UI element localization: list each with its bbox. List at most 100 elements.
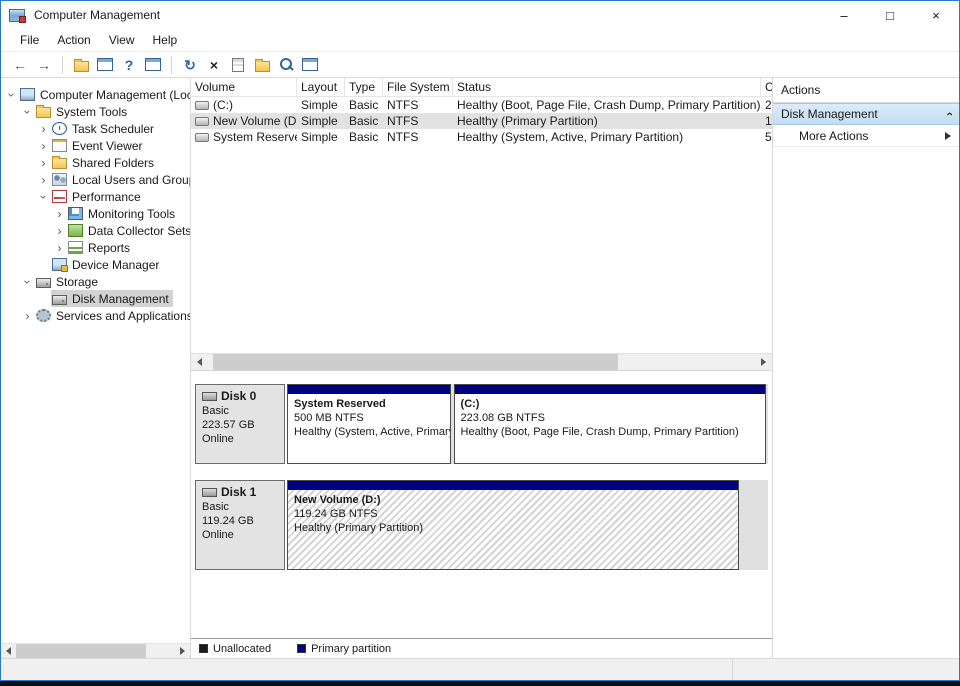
title-bar[interactable]: Computer Management – □ × <box>1 1 959 29</box>
tree-scroll-track[interactable] <box>16 644 175 658</box>
tree-item-data-collector-sets[interactable]: › Data Collector Sets <box>1 222 191 239</box>
volume-icon <box>195 116 209 126</box>
chevron-collapsed-icon[interactable]: › <box>36 174 51 186</box>
tree-item-inner: Performance <box>51 188 145 205</box>
tree-scroll-thumb[interactable] <box>16 644 147 658</box>
tree-scroll-right-icon[interactable] <box>175 644 190 658</box>
menu-file[interactable]: File <box>11 31 48 49</box>
column-header-layout[interactable]: Layout <box>297 78 345 96</box>
tree-item-computer-management-local[interactable]: › Computer Management (Local) <box>1 86 191 103</box>
delete-volume-button[interactable]: × <box>203 54 225 76</box>
legend-label: Primary partition <box>311 642 392 655</box>
monitoring-tools-icon <box>68 207 83 220</box>
chevron-collapsed-icon[interactable]: › <box>52 208 67 220</box>
chevron-collapsed-icon[interactable]: › <box>36 157 51 169</box>
computer-management-local-icon <box>20 88 35 101</box>
volume-row-system-reserved[interactable]: System Reserved Simple Basic NTFS Healthy (S… <box>191 129 772 145</box>
close-button[interactable]: × <box>913 1 959 29</box>
collapse-chevron-icon[interactable]: › <box>942 112 956 116</box>
system-tools-icon <box>36 105 51 118</box>
legend-label: Unallocated <box>213 642 272 655</box>
volume-scroll-track[interactable] <box>208 354 755 370</box>
minimize-button[interactable]: – <box>821 1 867 29</box>
back-button[interactable]: ← <box>9 54 31 76</box>
tree-item-monitoring-tools[interactable]: › Monitoring Tools <box>1 205 190 222</box>
disk-info-disk-1[interactable]: Disk 1 Basic 119.24 GB Online <box>195 480 285 570</box>
chevron-expanded-icon[interactable]: › <box>37 189 51 204</box>
volume-row-c[interactable]: (C:) Simple Basic NTFS Healthy (Boot, Page F… <box>191 97 772 113</box>
chevron-collapsed-icon[interactable]: › <box>36 140 51 152</box>
content: › Computer Management (Local) › System Tool… <box>1 78 959 658</box>
help-topics-button[interactable] <box>299 54 321 76</box>
tree-item-reports[interactable]: › Reports <box>1 239 190 256</box>
disk-row-disk-1: Disk 1 Basic 119.24 GB Online New Volume (D:… <box>195 480 768 570</box>
volume-scroll-right-icon[interactable] <box>755 354 772 370</box>
partition-color-band <box>454 385 766 394</box>
chevron-collapsed-icon[interactable]: › <box>36 123 51 135</box>
partition-new-volume-d[interactable]: New Volume (D:) 119.24 GB NTFS Healthy (Pr… <box>287 480 740 570</box>
tree-item-system-tools[interactable]: › System Tools <box>1 103 190 120</box>
column-header-file-system[interactable]: File System <box>383 78 453 96</box>
show-hide-console-tree-button[interactable] <box>94 54 116 76</box>
chevron-expanded-icon[interactable]: › <box>5 87 19 102</box>
tree-item-device-manager[interactable]: Device Manager <box>1 256 190 273</box>
tree-scroll-left-icon[interactable] <box>1 644 16 658</box>
disk-type: Basic <box>202 501 229 513</box>
column-header-type[interactable]: Type <box>345 78 383 96</box>
up-one-level-button[interactable] <box>70 54 92 76</box>
action-disk-management[interactable]: Disk Management › <box>773 103 959 125</box>
forward-button[interactable]: → <box>33 54 55 76</box>
tree-item-task-scheduler[interactable]: › Task Scheduler <box>1 120 190 137</box>
disk-name: Disk 0 <box>202 389 278 403</box>
computer-management-window: Computer Management – □ × File Action View… <box>0 0 960 681</box>
tree-item-shared-folders[interactable]: › Shared Folders <box>1 154 190 171</box>
partition-name: New Volume (D:) <box>294 494 381 506</box>
cell-status: Healthy (System, Active, Primary Partiti… <box>457 130 684 144</box>
toolbar-separator <box>62 55 63 74</box>
console-window-button[interactable] <box>142 54 164 76</box>
menu-action[interactable]: Action <box>48 31 99 49</box>
volume-name: New Volume (D:) <box>213 114 297 128</box>
tree-horizontal-scrollbar[interactable] <box>1 643 190 658</box>
partition-c[interactable]: (C:) 223.08 GB NTFS Healthy (Boot, Page Fi… <box>453 384 767 464</box>
tree-item-performance[interactable]: › Performance <box>1 188 190 205</box>
disk-icon <box>202 391 217 401</box>
refresh-button[interactable]: ↻ <box>179 54 201 76</box>
explore-button[interactable] <box>275 54 297 76</box>
open-button[interactable] <box>251 54 273 76</box>
tree-item-local-users-and-groups[interactable]: › Local Users and Groups <box>1 171 191 188</box>
left-triangle-icon <box>6 647 11 655</box>
tree-item-services-and-applications[interactable]: › Services and Applications <box>1 307 191 324</box>
menu-help[interactable]: Help <box>144 31 187 49</box>
tree-item-storage[interactable]: › Storage <box>1 273 190 290</box>
maximize-button[interactable]: □ <box>867 1 913 29</box>
chevron-collapsed-icon[interactable]: › <box>20 310 35 322</box>
volume-list-horizontal-scrollbar[interactable] <box>191 353 772 370</box>
chevron-collapsed-icon[interactable]: › <box>52 242 67 254</box>
tree-item-label: Device Manager <box>72 257 160 272</box>
disk-name-label: Disk 0 <box>221 389 257 403</box>
tree-item-event-viewer[interactable]: › Event Viewer <box>1 137 190 154</box>
volume-row-new-volume-d[interactable]: New Volume (D:) Simple Basic NTFS Healthy (P… <box>191 113 772 129</box>
volume-scroll-left-icon[interactable] <box>191 354 208 370</box>
tree-item-disk-management[interactable]: Disk Management <box>1 290 190 307</box>
help-button[interactable]: ? <box>118 54 140 76</box>
chevron-expanded-icon[interactable]: › <box>21 274 35 289</box>
disk-info-disk-0[interactable]: Disk 0 Basic 223.57 GB Online <box>195 384 285 464</box>
tree-item-inner: Computer Management (Local) <box>19 86 190 103</box>
column-header-volume[interactable]: Volume <box>191 78 297 96</box>
disk-size: 119.24 GB <box>202 515 254 527</box>
column-header-status[interactable]: Status <box>453 78 761 96</box>
column-header-capacity[interactable]: Capacity <box>761 78 772 96</box>
chevron-collapsed-icon[interactable]: › <box>52 225 67 237</box>
services-and-applications-icon <box>36 309 51 322</box>
properties-button[interactable] <box>227 54 249 76</box>
partition-system-reserved[interactable]: System Reserved 500 MB NTFS Healthy (Syste… <box>287 384 451 464</box>
chevron-expanded-icon[interactable]: › <box>21 104 35 119</box>
toolbar: ← →? ↻ × <box>1 51 959 78</box>
device-manager-icon <box>52 258 68 272</box>
volume-scroll-thumb[interactable] <box>213 354 619 370</box>
tree-item-inner: Monitoring Tools <box>67 205 179 222</box>
action-more-actions[interactable]: More Actions <box>773 125 959 147</box>
menu-view[interactable]: View <box>100 31 144 49</box>
